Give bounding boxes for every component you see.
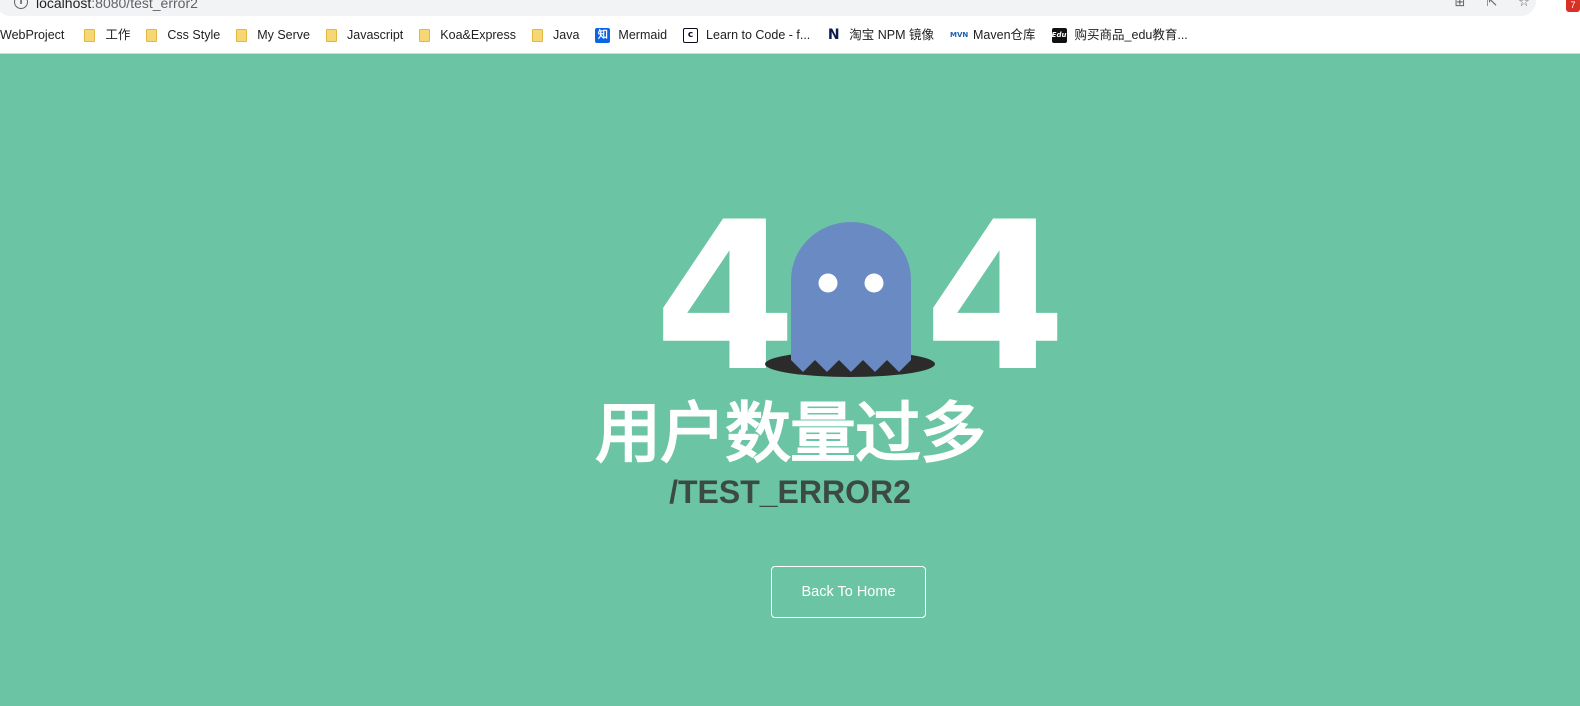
ghost-eye-left: [818, 273, 838, 293]
folder-icon: [419, 28, 431, 42]
browser-toolbar: i localhost:8080/test_error2 ⊞ ⇱ ☆ 7 Web…: [0, 0, 1580, 54]
url-text[interactable]: localhost:8080/test_error2: [36, 0, 198, 11]
bookmark-label: Learn to Code - f...: [706, 28, 811, 42]
url-path: :8080/test_error2: [91, 0, 198, 11]
bookmark-label: Java: [553, 28, 580, 42]
share-icon[interactable]: ⇱: [1484, 0, 1500, 9]
extension-badge[interactable]: 7: [1566, 0, 1580, 12]
bookmark-label: Maven仓库: [973, 28, 1036, 42]
error-path: /TEST_ERROR2: [669, 474, 911, 510]
npm-mirror-icon: N: [826, 26, 842, 43]
bookmark-mermaid[interactable]: 知 Mermaid: [595, 25, 667, 45]
error-digit-right: 4: [924, 179, 1067, 417]
translate-icon[interactable]: ⊞: [1452, 0, 1468, 9]
bookmark-folder-java[interactable]: Java: [532, 25, 579, 45]
bookmark-label: WebProject: [0, 28, 65, 42]
bookmark-edu[interactable]: Edu 购买商品_edu教育...: [1051, 25, 1188, 45]
bookmark-label: Css Style: [167, 28, 221, 42]
bookmark-learn-to-code[interactable]: c Learn to Code - f...: [683, 25, 810, 45]
bookmark-label: 购买商品_edu教育...: [1074, 28, 1188, 42]
bookmark-folder-work[interactable]: 工作: [84, 25, 130, 45]
ghost-icon: [765, 222, 935, 377]
error-message: 用户数量过多: [595, 395, 986, 472]
bookmark-folder-koa-express[interactable]: Koa&Express: [419, 25, 516, 45]
bookmark-label: My Serve: [257, 28, 310, 42]
edu-icon: Edu: [1051, 27, 1067, 43]
bookmarks-bar: WebProject 工作 Css Style My Serve Javascr…: [0, 25, 1204, 45]
bookmark-label: Javascript: [347, 28, 404, 42]
bookmark-maven[interactable]: MVN Maven仓库: [950, 25, 1036, 45]
bookmark-label: Koa&Express: [440, 28, 517, 42]
folder-icon: [326, 28, 337, 42]
bookmark-npm-mirror[interactable]: N 淘宝 NPM 镜像: [826, 25, 934, 45]
omnibox-actions: ⊞ ⇱ ☆: [1452, 0, 1532, 9]
back-to-home-button[interactable]: Back To Home: [771, 566, 926, 618]
bookmark-webproject[interactable]: WebProject: [0, 25, 64, 45]
bookmark-folder-css-style[interactable]: Css Style: [146, 25, 220, 45]
bookmark-star-icon[interactable]: ☆: [1516, 0, 1532, 9]
bookmark-folder-javascript[interactable]: Javascript: [326, 25, 403, 45]
folder-icon: [236, 28, 248, 42]
folder-icon: [532, 28, 544, 42]
error-digit-left: 4: [654, 179, 797, 417]
folder-icon: [84, 28, 96, 42]
ghost-body: [791, 222, 911, 372]
bookmark-label: 工作: [105, 28, 131, 42]
ghost-eye-right: [864, 273, 884, 293]
url-host: localhost: [36, 0, 92, 11]
bookmark-label: 淘宝 NPM 镜像: [849, 28, 935, 42]
maven-icon: MVN: [950, 27, 968, 43]
zhihu-icon: 知: [595, 27, 611, 43]
bookmark-label: Mermaid: [618, 28, 668, 42]
bookmark-folder-my-serve[interactable]: My Serve: [236, 25, 310, 45]
address-bar[interactable]: [0, 0, 1536, 16]
folder-icon: [146, 28, 158, 42]
freecodecamp-icon: c: [683, 27, 699, 43]
